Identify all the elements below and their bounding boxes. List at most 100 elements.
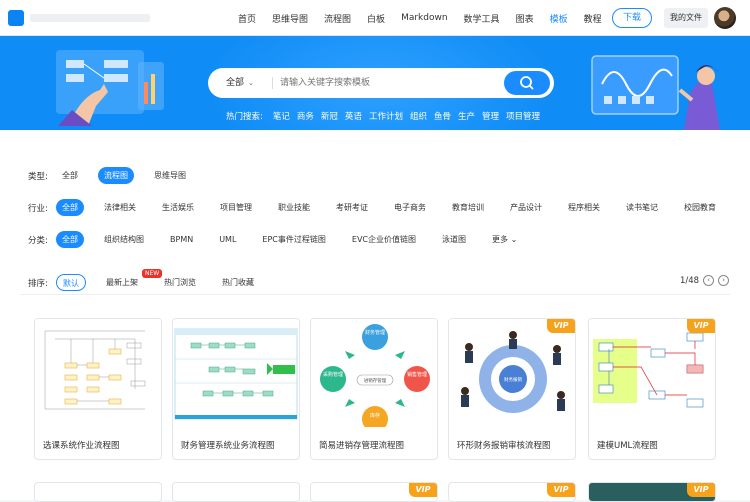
sort-newest[interactable]: 最新上架 [100, 274, 144, 291]
hot-search-item[interactable]: 项目管理 [506, 110, 540, 122]
search-bar: 全部 ⌄ [208, 68, 554, 98]
search-scope-select[interactable]: 全部 ⌄ [226, 68, 254, 98]
main-nav: 首页 思维导图 流程图 白板 Markdown 数学工具 图表 模板 教程 [230, 0, 610, 36]
hot-search-item[interactable]: 鱼骨 [434, 110, 451, 122]
site-logo[interactable] [8, 8, 168, 28]
node-label: 采购管理 [323, 371, 343, 378]
industry-chip[interactable]: 产品设计 [504, 199, 548, 216]
industry-chip[interactable]: 校园教育 [678, 199, 722, 216]
industry-chip[interactable]: 项目管理 [214, 199, 258, 216]
template-title: 环形财务报销审核流程图 [457, 441, 551, 451]
template-card[interactable] [34, 482, 162, 502]
nav-markdown[interactable]: Markdown [401, 13, 447, 23]
industry-chip[interactable]: 职业技能 [272, 199, 316, 216]
new-badge: NEW [142, 269, 163, 278]
type-chip-flowchart[interactable]: 流程图 [98, 167, 134, 184]
industry-chip[interactable]: 教育培训 [446, 199, 490, 216]
hot-search-item[interactable]: 工作计划 [369, 110, 403, 122]
template-card[interactable]: VIP [588, 482, 716, 502]
nav-math-tools[interactable]: 数学工具 [464, 12, 500, 25]
filter-row-industry: 行业: 全部 法律相关 生活娱乐 项目管理 职业技能 考研考证 电子商务 教育培… [28, 199, 736, 216]
next-page-icon[interactable]: › [718, 275, 730, 286]
vip-badge: VIP [687, 483, 715, 497]
top-bar: 首页 思维导图 流程图 白板 Markdown 数学工具 图表 模板 教程 下载… [0, 0, 750, 36]
category-chip[interactable]: UML [213, 231, 242, 248]
sort-default[interactable]: 默认 [56, 274, 86, 291]
my-files-button[interactable]: 我的文件 [664, 8, 708, 28]
template-title: 建模UML流程图 [597, 441, 658, 451]
node-label: 库存 [370, 412, 380, 419]
logo-text [30, 14, 150, 22]
template-card[interactable]: VIP [310, 482, 438, 502]
node-label: 财务管理 [365, 329, 385, 336]
hot-search-item[interactable]: 英语 [345, 110, 362, 122]
nav-tutorials[interactable]: 教程 [584, 12, 602, 25]
page-indicator: 1/48 [680, 275, 700, 286]
vip-badge: VIP [547, 483, 575, 497]
filter-row-type: 类型: 全部 流程图 思维导图 [28, 167, 206, 184]
hero-illustration-left [56, 50, 164, 126]
industry-chip[interactable]: 法律相关 [98, 199, 142, 216]
template-card[interactable]: 财务管理系统业务流程图 [172, 318, 300, 460]
divider [20, 294, 730, 295]
industry-chip[interactable]: 考研考证 [330, 199, 374, 216]
industry-chip[interactable]: 生活娱乐 [156, 199, 200, 216]
category-chip[interactable]: 泳道图 [436, 231, 472, 248]
filter-category-label: 分类: [28, 235, 48, 246]
download-button[interactable]: 下载 [612, 8, 652, 28]
filter-type-label: 类型: [28, 171, 48, 182]
template-card[interactable]: VIP [448, 482, 576, 502]
hot-search-item[interactable]: 生产 [458, 110, 475, 122]
category-chip[interactable]: EPC事件过程链图 [256, 231, 331, 248]
user-avatar[interactable] [714, 7, 736, 29]
hot-search-item[interactable]: 笔记 [273, 110, 290, 122]
template-card[interactable]: 选课系统作业流程图 [34, 318, 162, 460]
type-chip-mindmap[interactable]: 思维导图 [148, 167, 192, 184]
nav-whiteboard[interactable]: 白板 [367, 12, 385, 25]
hot-search-item[interactable]: 管理 [482, 110, 499, 122]
template-card[interactable]: 财务报销 VIP 环形财务报销审核流程图 [448, 318, 576, 460]
nav-templates[interactable]: 模板 [550, 12, 568, 25]
chevron-down-icon: ⌄ [248, 79, 254, 87]
template-card[interactable]: 财务管理 采购管理 进销存管理 销售管理 库存 简易进销存管理流程图 [310, 318, 438, 460]
nav-charts[interactable]: 图表 [516, 12, 534, 25]
hot-search-item[interactable]: 新冠 [321, 110, 338, 122]
vip-badge: VIP [547, 319, 575, 333]
nav-mindmap[interactable]: 思维导图 [272, 12, 308, 25]
search-button[interactable] [504, 71, 550, 95]
template-title: 选课系统作业流程图 [43, 441, 120, 451]
filter-industry-label: 行业: [28, 203, 48, 214]
category-more-button[interactable]: 更多 ⌄ [486, 231, 523, 248]
sort-hot-favorites[interactable]: 热门收藏 [216, 274, 260, 291]
type-chip-all[interactable]: 全部 [56, 167, 84, 184]
template-title: 财务管理系统业务流程图 [181, 441, 275, 451]
hot-search-item[interactable]: 商务 [297, 110, 314, 122]
industry-chip[interactable]: 电子商务 [388, 199, 432, 216]
category-chip[interactable]: 组织结构图 [98, 231, 150, 248]
nav-home[interactable]: 首页 [238, 12, 256, 25]
search-input[interactable] [280, 73, 500, 93]
chevron-down-icon: ⌄ [510, 235, 518, 244]
template-browser: 类型: 全部 流程图 思维导图 行业: 全部 法律相关 生活娱乐 项目管理 职业… [0, 130, 750, 502]
industry-chip-all[interactable]: 全部 [56, 199, 84, 216]
logo-mark [8, 10, 24, 26]
template-card[interactable] [172, 482, 300, 502]
search-separator [272, 77, 273, 89]
category-chip[interactable]: BPMN [164, 231, 199, 248]
template-thumbnail [589, 319, 715, 427]
node-label: 财务报销 [504, 376, 522, 383]
prev-page-icon[interactable]: ‹ [703, 275, 715, 286]
industry-chip[interactable]: 读书笔记 [620, 199, 664, 216]
template-thumbnail [35, 319, 161, 427]
sort-hot-views[interactable]: 热门浏览 [158, 274, 202, 291]
hot-search-item[interactable]: 组织 [410, 110, 427, 122]
pagination: 1/48 ‹ › [680, 275, 730, 286]
category-chip[interactable]: EVC企业价值链图 [346, 231, 422, 248]
template-thumbnail: 财务管理 采购管理 进销存管理 销售管理 库存 [311, 319, 437, 427]
category-more-label: 更多 [492, 235, 509, 244]
industry-chip[interactable]: 程序相关 [562, 199, 606, 216]
template-card[interactable]: VIP 建模UML流程图 [588, 318, 716, 460]
search-scope-value: 全部 [226, 78, 245, 88]
category-chip-all[interactable]: 全部 [56, 231, 84, 248]
nav-flowchart[interactable]: 流程图 [324, 12, 351, 25]
